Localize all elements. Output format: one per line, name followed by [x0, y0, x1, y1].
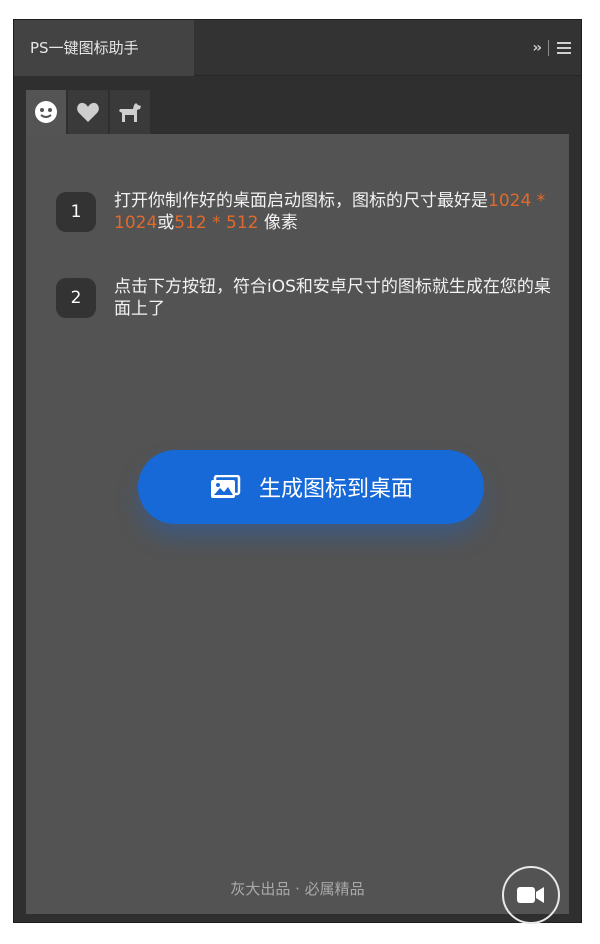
heart-icon	[77, 102, 99, 122]
footer-credit: 灰大出品 · 必属精品	[230, 880, 365, 898]
step-1: 1 打开你制作好的桌面启动图标，图标的尺寸最好是1024 * 1024或512 …	[56, 190, 564, 234]
controls-divider	[548, 40, 549, 56]
tab-smiley[interactable]	[26, 90, 66, 134]
panel-titlebar: PS一键图标助手 ››	[14, 20, 581, 76]
tab-heart[interactable]	[68, 90, 108, 134]
icon-tab-bar	[26, 90, 152, 134]
generate-icons-label: 生成图标到桌面	[258, 477, 413, 502]
video-camera-icon	[517, 887, 544, 903]
tab-dog[interactable]	[110, 90, 150, 134]
panel-controls: ››	[532, 20, 571, 76]
panel-title-tab[interactable]: PS一键图标助手	[14, 20, 194, 76]
dog-icon	[119, 103, 141, 122]
video-tutorial-button[interactable]	[502, 866, 560, 924]
step-2-text: 点击下方按钮，符合iOS和安卓尺寸的图标就生成在您的桌面上了	[114, 277, 551, 319]
collapse-icon[interactable]: ››	[532, 40, 541, 56]
panel-menu-icon[interactable]	[557, 42, 571, 54]
step-1-text-middle: 或	[157, 213, 175, 233]
step-2: 2 点击下方按钮，符合iOS和安卓尺寸的图标就生成在您的桌面上了	[56, 276, 564, 320]
step-1-text-before: 打开你制作好的桌面启动图标，图标的尺寸最好是	[114, 191, 488, 211]
smiley-face-icon	[35, 101, 57, 123]
step-1-text-after: 像素	[258, 213, 298, 233]
step-number-badge: 2	[56, 278, 96, 318]
plugin-panel: PS一键图标助手 ›› 1 打开你制作好的桌面启动图标，图标的尺寸最好是1024…	[13, 19, 582, 924]
step-number-badge: 1	[56, 192, 96, 232]
generate-icons-button[interactable]: 生成图标到桌面	[138, 450, 484, 524]
panel-content: 1 打开你制作好的桌面启动图标，图标的尺寸最好是1024 * 1024或512 …	[26, 134, 569, 924]
step-1-text: 打开你制作好的桌面启动图标，图标的尺寸最好是1024 * 1024或512 * …	[114, 190, 564, 234]
image-icon	[209, 475, 241, 499]
step-1-size-highlight-2: 512 * 512	[174, 213, 259, 233]
